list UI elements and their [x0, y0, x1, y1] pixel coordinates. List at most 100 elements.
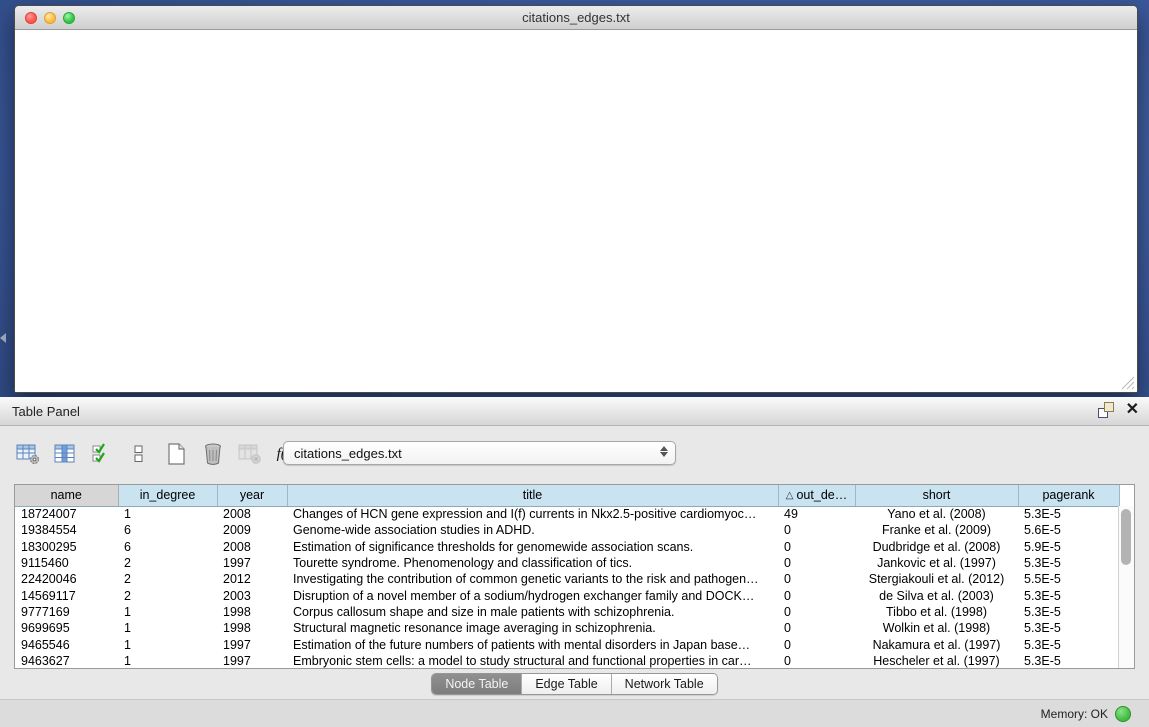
- table-cell[interactable]: 2: [118, 571, 217, 587]
- table-row[interactable]: 1830029562008Estimation of significance …: [15, 539, 1119, 555]
- table-cell[interactable]: 5.3E-5: [1018, 620, 1119, 636]
- table-cell[interactable]: 0: [778, 620, 855, 636]
- table-row[interactable]: 1938455462009Genome-wide association stu…: [15, 522, 1119, 538]
- float-panel-icon[interactable]: [1098, 402, 1114, 418]
- table-cell[interactable]: 9465546: [15, 636, 118, 652]
- table-cell[interactable]: Changes of HCN gene expression and I(f) …: [287, 506, 778, 522]
- table-cell[interactable]: 0: [778, 555, 855, 571]
- delete-columns-icon[interactable]: [199, 440, 227, 468]
- table-cell[interactable]: 5.9E-5: [1018, 539, 1119, 555]
- table-cell[interactable]: Structural magnetic resonance image aver…: [287, 620, 778, 636]
- network-table-selector[interactable]: citations_edges.txt: [283, 441, 676, 465]
- table-panel-titlebar[interactable]: Table Panel ✕: [0, 397, 1149, 426]
- table-cell[interactable]: Hescheler et al. (1997): [855, 653, 1018, 669]
- table-row[interactable]: 1456911722003Disruption of a novel membe…: [15, 587, 1119, 603]
- tab-node-table[interactable]: Node Table: [432, 674, 522, 694]
- new-table-icon[interactable]: [162, 440, 190, 468]
- table-cell[interactable]: 5.6E-5: [1018, 522, 1119, 538]
- table-cell[interactable]: 1998: [217, 604, 287, 620]
- table-settings-icon[interactable]: [14, 440, 42, 468]
- network-graph[interactable]: [15, 30, 1137, 392]
- table-scrollbar-thumb[interactable]: [1121, 509, 1131, 565]
- node-table-grid[interactable]: namein_degreeyeartitle△out_de…shortpager…: [15, 485, 1120, 669]
- table-row[interactable]: 911546021997Tourette syndrome. Phenomeno…: [15, 555, 1119, 571]
- table-cell[interactable]: 1997: [217, 653, 287, 669]
- column-header-pagerank[interactable]: pagerank: [1018, 485, 1119, 506]
- collapse-handle-icon[interactable]: [0, 333, 6, 343]
- table-cell[interactable]: Dudbridge et al. (2008): [855, 539, 1018, 555]
- table-cell[interactable]: Yano et al. (2008): [855, 506, 1018, 522]
- table-cell[interactable]: 9777169: [15, 604, 118, 620]
- table-cell[interactable]: 6: [118, 539, 217, 555]
- table-cell[interactable]: 5.5E-5: [1018, 571, 1119, 587]
- column-header-name[interactable]: name: [15, 485, 118, 506]
- table-row[interactable]: 969969511998Structural magnetic resonanc…: [15, 620, 1119, 636]
- table-cell[interactable]: 2008: [217, 539, 287, 555]
- table-cell[interactable]: 1997: [217, 555, 287, 571]
- table-cell[interactable]: 1998: [217, 620, 287, 636]
- table-cell[interactable]: Estimation of the future numbers of pati…: [287, 636, 778, 652]
- show-columns-icon[interactable]: [51, 440, 79, 468]
- table-cell[interactable]: 2008: [217, 506, 287, 522]
- table-cell[interactable]: Franke et al. (2009): [855, 522, 1018, 538]
- table-cell[interactable]: 5.3E-5: [1018, 506, 1119, 522]
- table-row[interactable]: 946362711997Embryonic stem cells: a mode…: [15, 653, 1119, 669]
- table-cell[interactable]: 1: [118, 653, 217, 669]
- table-cell[interactable]: Wolkin et al. (1998): [855, 620, 1018, 636]
- table-cell[interactable]: Tibbo et al. (1998): [855, 604, 1018, 620]
- resize-grip-icon[interactable]: [1119, 374, 1135, 390]
- table-row[interactable]: 1872400712008Changes of HCN gene express…: [15, 506, 1119, 522]
- table-cell[interactable]: 49: [778, 506, 855, 522]
- close-panel-icon[interactable]: ✕: [1126, 402, 1139, 418]
- unselect-all-icon[interactable]: [125, 440, 153, 468]
- network-window-titlebar[interactable]: citations_edges.txt: [15, 6, 1137, 30]
- table-cell[interactable]: Genome-wide association studies in ADHD.: [287, 522, 778, 538]
- table-cell[interactable]: Nakamura et al. (1997): [855, 636, 1018, 652]
- table-cell[interactable]: 5.3E-5: [1018, 555, 1119, 571]
- table-cell[interactable]: 2: [118, 555, 217, 571]
- table-cell[interactable]: 1: [118, 506, 217, 522]
- table-cell[interactable]: 19384554: [15, 522, 118, 538]
- table-row[interactable]: 977716911998Corpus callosum shape and si…: [15, 604, 1119, 620]
- select-all-icon[interactable]: [88, 440, 116, 468]
- table-scrollbar[interactable]: [1118, 506, 1134, 668]
- table-cell[interactable]: 0: [778, 653, 855, 669]
- table-cell[interactable]: 0: [778, 539, 855, 555]
- table-cell[interactable]: 1: [118, 636, 217, 652]
- table-cell[interactable]: Investigating the contribution of common…: [287, 571, 778, 587]
- table-cell[interactable]: 14569117: [15, 587, 118, 603]
- table-cell[interactable]: 6: [118, 522, 217, 538]
- column-header-out_de[interactable]: △out_de…: [778, 485, 855, 506]
- table-cell[interactable]: 5.3E-5: [1018, 653, 1119, 669]
- table-cell[interactable]: 18300295: [15, 539, 118, 555]
- table-cell[interactable]: Stergiakouli et al. (2012): [855, 571, 1018, 587]
- table-cell[interactable]: de Silva et al. (2003): [855, 587, 1018, 603]
- table-cell[interactable]: Embryonic stem cells: a model to study s…: [287, 653, 778, 669]
- table-cell[interactable]: 0: [778, 571, 855, 587]
- memory-ok-icon[interactable]: [1115, 706, 1131, 722]
- table-cell[interactable]: 1: [118, 620, 217, 636]
- column-header-title[interactable]: title: [287, 485, 778, 506]
- table-cell[interactable]: 0: [778, 522, 855, 538]
- column-header-short[interactable]: short: [855, 485, 1018, 506]
- table-cell[interactable]: 2: [118, 587, 217, 603]
- tab-network-table[interactable]: Network Table: [612, 674, 717, 694]
- table-cell[interactable]: Tourette syndrome. Phenomenology and cla…: [287, 555, 778, 571]
- table-cell[interactable]: 0: [778, 604, 855, 620]
- table-cell[interactable]: 22420046: [15, 571, 118, 587]
- network-canvas[interactable]: [15, 30, 1137, 392]
- table-cell[interactable]: 2009: [217, 522, 287, 538]
- table-cell[interactable]: 9699695: [15, 620, 118, 636]
- table-cell[interactable]: 0: [778, 636, 855, 652]
- table-cell[interactable]: 5.3E-5: [1018, 636, 1119, 652]
- table-cell[interactable]: Disruption of a novel member of a sodium…: [287, 587, 778, 603]
- table-cell[interactable]: 9115460: [15, 555, 118, 571]
- table-cell[interactable]: 0: [778, 587, 855, 603]
- tab-edge-table[interactable]: Edge Table: [522, 674, 611, 694]
- table-cell[interactable]: 1: [118, 604, 217, 620]
- table-cell[interactable]: 5.3E-5: [1018, 587, 1119, 603]
- table-cell[interactable]: Corpus callosum shape and size in male p…: [287, 604, 778, 620]
- table-cell[interactable]: 2003: [217, 587, 287, 603]
- table-cell[interactable]: Jankovic et al. (1997): [855, 555, 1018, 571]
- table-cell[interactable]: 1997: [217, 636, 287, 652]
